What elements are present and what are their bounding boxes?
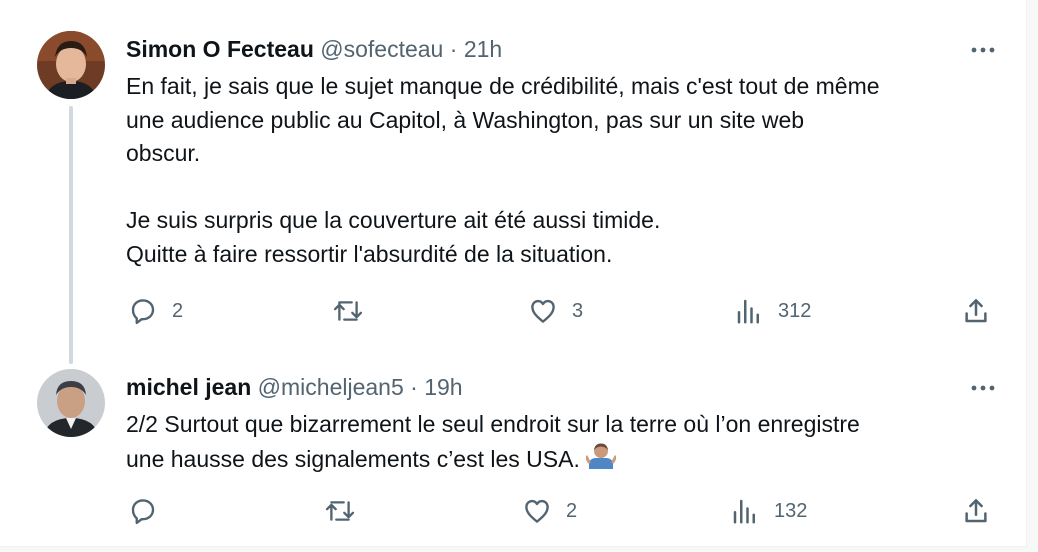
text-line: une audience public au Capitol, à Washin… (126, 106, 805, 133)
like-count: 3 (572, 299, 584, 322)
tweet[interactable]: Simon O Fecteau @sofecteau · 21h En fait… (0, 28, 1026, 364)
tweet[interactable]: michel jean @micheljean5 · 19h 2/2 Surto… (0, 366, 1026, 536)
separator: · (410, 374, 418, 400)
like-icon (528, 296, 558, 326)
views-count: 312 (778, 299, 812, 322)
more-icon[interactable] (968, 38, 998, 62)
views-button[interactable]: 132 (730, 493, 807, 529)
avatar[interactable] (37, 31, 105, 99)
like-count: 2 (566, 499, 578, 522)
retweet-button[interactable] (332, 293, 378, 329)
share-button[interactable] (961, 293, 991, 329)
views-count: 132 (774, 499, 808, 522)
share-icon (961, 296, 991, 326)
action-bar: 2 3 312 (0, 293, 1026, 329)
text-line: En fait, je sais que le sujet manque de … (126, 73, 880, 99)
text-line: 2/2 Surtout que bizarrement le seul endr… (126, 411, 860, 437)
tweet-text: En fait, je sais que le sujet manque de … (126, 70, 1006, 271)
author-handle[interactable]: @micheljean5 (258, 374, 404, 400)
tweet-text: 2/2 Surtout que bizarrement le seul endr… (126, 408, 1006, 479)
text-line: une hausse des signalements c’est les US… (126, 442, 1006, 480)
views-icon (730, 496, 760, 526)
share-button[interactable] (961, 493, 991, 529)
author-handle[interactable]: @sofecteau (320, 36, 443, 62)
text-fragment: une hausse des signalements c’est les US… (126, 445, 580, 472)
share-icon (961, 496, 991, 526)
separator: · (449, 36, 458, 62)
retweet-icon (332, 296, 364, 326)
author-name[interactable]: Simon O Fecteau (126, 36, 314, 62)
like-button[interactable]: 2 (522, 493, 577, 529)
reply-button[interactable]: 2 (128, 293, 183, 329)
retweet-icon (324, 496, 356, 526)
more-icon[interactable] (968, 376, 998, 400)
tweet-header: Simon O Fecteau @sofecteau · 21h (126, 34, 502, 64)
text-line: obscur. (126, 140, 201, 166)
retweet-button[interactable] (324, 493, 370, 529)
tweet-header: michel jean @micheljean5 · 19h (126, 372, 463, 402)
like-button[interactable]: 3 (528, 293, 583, 329)
timestamp[interactable]: 21h (464, 36, 502, 62)
avatar[interactable] (37, 369, 105, 437)
conversation-card: Simon O Fecteau @sofecteau · 21h En fait… (0, 0, 1027, 547)
timestamp[interactable]: 19h (424, 374, 462, 400)
reply-icon (128, 296, 158, 326)
reply-button[interactable] (128, 493, 172, 529)
text-line: Je suis surpris que la couverture ait ét… (126, 207, 661, 233)
text-line: Quitte à faire ressortir l'absurdité de … (126, 240, 613, 267)
action-bar: 2 132 (0, 493, 1026, 529)
reply-count: 2 (172, 299, 184, 322)
views-icon (734, 296, 764, 326)
like-icon (522, 496, 552, 526)
views-button[interactable]: 312 (734, 293, 811, 329)
reply-icon (128, 496, 158, 526)
shrug-emoji (584, 442, 617, 480)
author-name[interactable]: michel jean (126, 374, 251, 400)
